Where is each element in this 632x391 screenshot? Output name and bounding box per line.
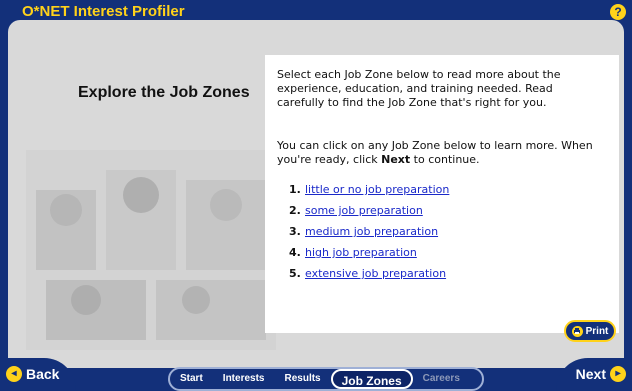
job-zone-link-1[interactable]: little or no job preparation <box>305 183 449 196</box>
bottom-nav-bar: ◂ Back Start Interests Results Job Zones… <box>0 358 632 391</box>
job-zone-number: 3. <box>289 225 301 238</box>
job-zone-link-2[interactable]: some job preparation <box>305 204 423 217</box>
print-button[interactable]: Print <box>564 320 616 342</box>
job-zone-item: 1. little or no job preparation <box>289 183 449 204</box>
back-label: Back <box>26 366 60 382</box>
job-zone-link-4[interactable]: high job preparation <box>305 246 417 259</box>
tab-results[interactable]: Results <box>274 369 330 389</box>
job-zone-number: 4. <box>289 246 301 259</box>
content-frame: Explore the Job Zones Select each Job Zo… <box>8 20 624 368</box>
job-zone-item: 3. medium job preparation <box>289 225 449 246</box>
tab-start[interactable]: Start <box>170 369 213 389</box>
job-zone-link-3[interactable]: medium job preparation <box>305 225 438 238</box>
print-label: Print <box>585 325 609 337</box>
tab-job-zones[interactable]: Job Zones <box>330 369 413 389</box>
next-label: Next <box>575 366 606 382</box>
arrow-right-icon: ▸ <box>610 366 626 382</box>
job-zone-number: 1. <box>289 183 301 196</box>
job-zone-link-5[interactable]: extensive job preparation <box>305 267 446 280</box>
back-button[interactable]: ◂ Back <box>0 358 76 390</box>
instructions-text: You can click on any Job Zone below to l… <box>277 139 599 167</box>
tab-interests[interactable]: Interests <box>213 369 275 389</box>
instructions-end: to continue. <box>410 153 480 166</box>
page-heading: Explore the Job Zones <box>78 84 250 101</box>
app-title: O*NET Interest Profiler <box>22 3 185 20</box>
info-panel: Select each Job Zone below to read more … <box>265 55 619 333</box>
printer-icon <box>571 325 583 337</box>
job-zone-item: 2. some job preparation <box>289 204 449 225</box>
job-zone-number: 5. <box>289 267 301 280</box>
job-zone-list: 1. little or no job preparation 2. some jo… <box>289 183 449 288</box>
intro-text: Select each Job Zone below to read more … <box>277 68 561 109</box>
help-button[interactable]: ? <box>610 4 626 20</box>
tab-careers: Careers <box>422 373 460 384</box>
instructions-next-word: Next <box>381 153 411 166</box>
job-zone-number: 2. <box>289 204 301 217</box>
next-button[interactable]: Next ▸ <box>556 358 632 390</box>
job-zone-item: 5. extensive job preparation <box>289 267 449 288</box>
background-people-collage <box>26 150 276 350</box>
progress-tabs: Start Interests Results Job Zones Career… <box>168 367 484 391</box>
job-zone-item: 4. high job preparation <box>289 246 449 267</box>
arrow-left-icon: ◂ <box>6 366 22 382</box>
